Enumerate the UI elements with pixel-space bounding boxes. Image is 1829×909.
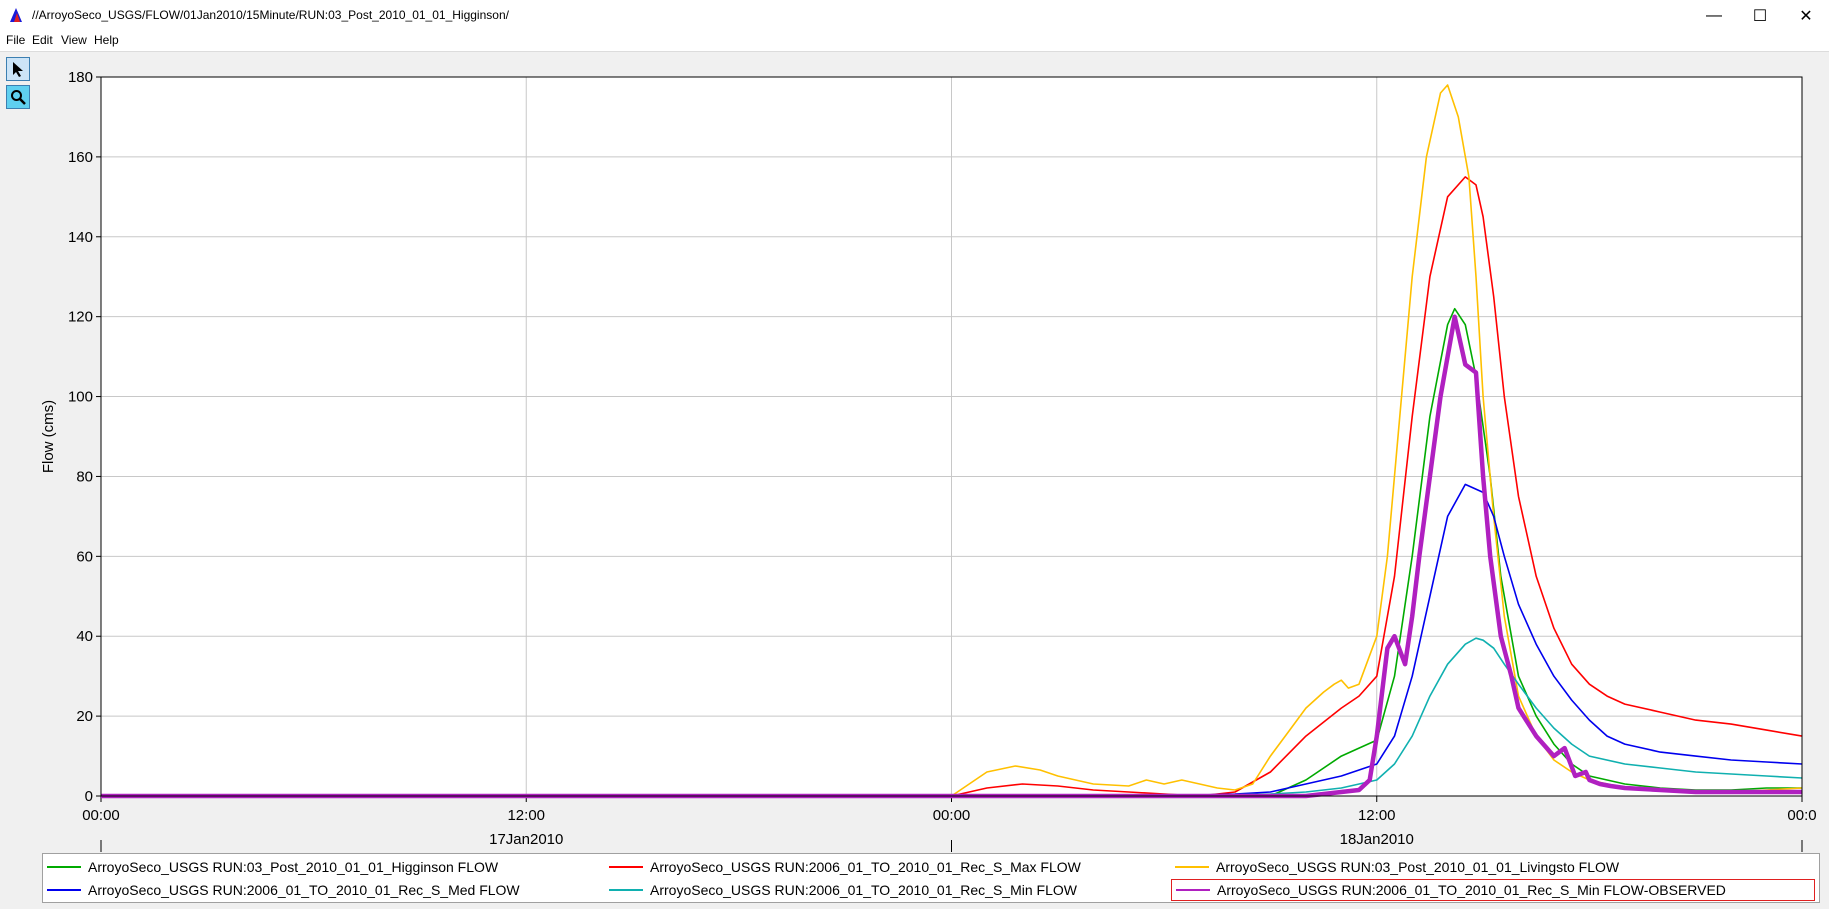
legend-swatch bbox=[1175, 866, 1209, 868]
x-tick-label: 00:00 bbox=[933, 807, 971, 824]
menu-view[interactable]: View bbox=[61, 33, 87, 47]
minimize-button[interactable]: — bbox=[1691, 0, 1737, 31]
x-tick-label: 12:00 bbox=[1358, 807, 1396, 824]
app-icon bbox=[10, 8, 22, 22]
y-tick-label: 20 bbox=[76, 708, 93, 725]
y-tick-label: 100 bbox=[68, 389, 93, 406]
legend-label: ArroyoSeco_USGS RUN:2006_01_TO_2010_01_R… bbox=[650, 882, 1077, 898]
date-label: 18Jan2010 bbox=[1340, 831, 1414, 848]
legend-label: ArroyoSeco_USGS RUN:2006_01_TO_2010_01_R… bbox=[1217, 882, 1726, 898]
x-tick-label: 12:00 bbox=[507, 807, 545, 824]
legend-item-rec-s-min[interactable]: ArroyoSeco_USGS RUN:2006_01_TO_2010_01_R… bbox=[605, 879, 1077, 901]
chart-legend: ArroyoSeco_USGS RUN:03_Post_2010_01_01_H… bbox=[42, 853, 1820, 903]
legend-label: ArroyoSeco_USGS RUN:03_Post_2010_01_01_L… bbox=[1216, 859, 1620, 875]
y-tick-label: 140 bbox=[68, 229, 93, 246]
menu-help[interactable]: Help bbox=[94, 33, 119, 47]
legend-swatch bbox=[47, 889, 81, 891]
legend-item-livingsto[interactable]: ArroyoSeco_USGS RUN:03_Post_2010_01_01_L… bbox=[1171, 856, 1619, 878]
y-tick-label: 60 bbox=[76, 548, 93, 565]
legend-label: ArroyoSeco_USGS RUN:03_Post_2010_01_01_H… bbox=[88, 859, 499, 875]
x-tick-label: 00:0 bbox=[1787, 807, 1816, 824]
maximize-button[interactable]: ☐ bbox=[1737, 0, 1783, 31]
y-tick-label: 80 bbox=[76, 468, 93, 485]
y-tick-label: 160 bbox=[68, 149, 93, 166]
flow-chart[interactable]: 0 20 40 60 80 100 120 140 160 180 00:00 12:00 00:00 1… bbox=[0, 52, 1829, 852]
menu-edit[interactable]: Edit bbox=[32, 33, 53, 47]
date-label: 17Jan2010 bbox=[489, 831, 563, 848]
title-bar: //ArroyoSeco_USGS/FLOW/01Jan2010/15Minut… bbox=[0, 0, 1829, 31]
window-title: //ArroyoSeco_USGS/FLOW/01Jan2010/15Minut… bbox=[32, 8, 509, 22]
legend-item-rec-s-med[interactable]: ArroyoSeco_USGS RUN:2006_01_TO_2010_01_R… bbox=[43, 879, 520, 901]
menu-bar: File Edit View Help bbox=[0, 31, 1829, 52]
legend-swatch bbox=[609, 866, 643, 868]
legend-item-higginson[interactable]: ArroyoSeco_USGS RUN:03_Post_2010_01_01_H… bbox=[43, 856, 498, 878]
legend-swatch bbox=[47, 866, 81, 868]
legend-swatch bbox=[1176, 889, 1210, 891]
y-tick-label: 120 bbox=[68, 309, 93, 326]
y-tick-label: 0 bbox=[85, 788, 93, 805]
y-tick-label: 40 bbox=[76, 628, 93, 645]
close-button[interactable]: ✕ bbox=[1783, 0, 1829, 31]
y-tick-label: 180 bbox=[68, 69, 93, 86]
legend-label: ArroyoSeco_USGS RUN:2006_01_TO_2010_01_R… bbox=[88, 882, 520, 898]
legend-label: ArroyoSeco_USGS RUN:2006_01_TO_2010_01_R… bbox=[650, 859, 1081, 875]
y-axis-label: Flow (cms) bbox=[40, 400, 57, 473]
menu-file[interactable]: File bbox=[6, 33, 25, 47]
legend-swatch bbox=[609, 889, 643, 891]
legend-item-observed[interactable]: ArroyoSeco_USGS RUN:2006_01_TO_2010_01_R… bbox=[1171, 879, 1815, 901]
x-tick-label: 00:00 bbox=[82, 807, 120, 824]
legend-item-rec-s-max[interactable]: ArroyoSeco_USGS RUN:2006_01_TO_2010_01_R… bbox=[605, 856, 1081, 878]
